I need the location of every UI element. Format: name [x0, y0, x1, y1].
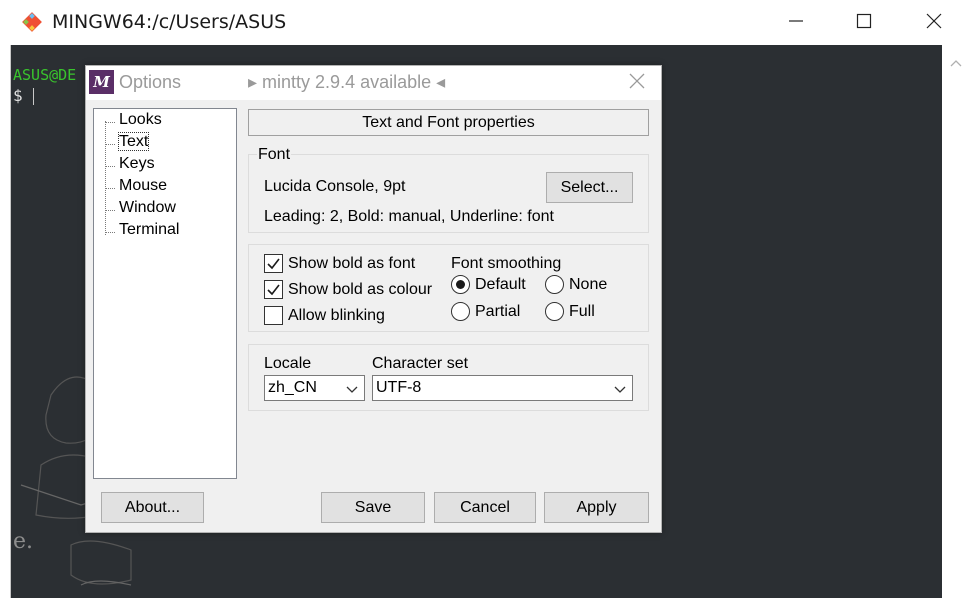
- allow-blinking-checkbox[interactable]: [264, 306, 283, 325]
- charset-select-value: UTF-8: [376, 379, 422, 396]
- save-button[interactable]: Save: [321, 492, 425, 523]
- minimize-icon: [788, 13, 804, 33]
- show-bold-as-colour-checkbox[interactable]: [264, 280, 283, 299]
- allow-blinking-label[interactable]: Allow blinking: [288, 307, 385, 325]
- panel-header: Text and Font properties: [248, 109, 649, 136]
- window-left-edge: [0, 45, 11, 598]
- options-dialog: M Options ▸ mintty 2.9.4 available ◂ Loo…: [85, 65, 662, 533]
- smoothing-none-label[interactable]: None: [569, 276, 607, 294]
- about-button[interactable]: About...: [101, 492, 204, 523]
- show-bold-as-font-checkbox[interactable]: [264, 254, 283, 273]
- prompt-symbol: $: [13, 86, 23, 105]
- smoothing-partial-label[interactable]: Partial: [475, 303, 520, 321]
- locale-label: Locale: [264, 355, 312, 372]
- background-text: e.: [13, 529, 34, 554]
- chevron-up-icon: [950, 52, 962, 71]
- scroll-up-button[interactable]: [942, 53, 969, 69]
- locale-select-value: zh_CN: [268, 379, 317, 396]
- font-details-label: Leading: 2, Bold: manual, Underline: fon…: [264, 208, 554, 225]
- cancel-button[interactable]: Cancel: [434, 492, 536, 523]
- chevron-down-icon: [614, 382, 626, 394]
- close-dialog-button[interactable]: [624, 72, 650, 94]
- charset-label: Character set: [372, 355, 469, 372]
- checkmark-icon: [267, 284, 280, 296]
- window-titlebar[interactable]: MINGW64:/c/Users/ASUS: [0, 0, 969, 45]
- close-icon: [629, 73, 645, 93]
- close-window-button[interactable]: [911, 0, 957, 45]
- smoothing-default-label[interactable]: Default: [475, 276, 526, 294]
- prompt-user-host: ASUS@DE: [13, 66, 77, 84]
- tree-item-mouse[interactable]: Mouse: [105, 177, 167, 197]
- font-name-label: Lucida Console, 9pt: [264, 178, 406, 195]
- show-bold-as-font-label[interactable]: Show bold as font: [288, 255, 415, 273]
- maximize-icon: [856, 13, 872, 33]
- category-tree: Looks Text Keys Mouse Window Terminal: [93, 108, 237, 479]
- dialog-titlebar[interactable]: M Options ▸ mintty 2.9.4 available ◂: [86, 66, 661, 100]
- tree-item-looks[interactable]: Looks: [105, 111, 162, 131]
- font-smoothing-label: Font smoothing: [451, 255, 562, 272]
- git-diamond-icon: [21, 11, 43, 33]
- checkmark-icon: [267, 258, 280, 270]
- tree-item-text[interactable]: Text: [105, 132, 150, 153]
- window-title: MINGW64:/c/Users/ASUS: [52, 11, 287, 33]
- chevron-down-icon: [346, 382, 358, 394]
- locale-select[interactable]: zh_CN: [264, 375, 365, 401]
- vertical-scrollbar[interactable]: [942, 45, 969, 598]
- close-icon: [926, 13, 942, 33]
- tree-item-terminal[interactable]: Terminal: [105, 221, 179, 241]
- smoothing-full-radio[interactable]: [545, 302, 564, 321]
- font-group-legend: Font: [257, 146, 292, 164]
- tree-item-window[interactable]: Window: [105, 199, 176, 219]
- apply-button[interactable]: Apply: [544, 492, 649, 523]
- charset-select[interactable]: UTF-8: [372, 375, 633, 401]
- smoothing-none-radio[interactable]: [545, 275, 564, 294]
- maximize-button[interactable]: [841, 0, 887, 45]
- show-bold-as-colour-label[interactable]: Show bold as colour: [288, 281, 432, 299]
- mintty-logo-icon: M: [89, 70, 114, 94]
- smoothing-partial-radio[interactable]: [451, 302, 470, 321]
- smoothing-full-label[interactable]: Full: [569, 303, 595, 321]
- select-font-button[interactable]: Select...: [546, 172, 633, 203]
- tree-item-keys[interactable]: Keys: [105, 155, 155, 175]
- minimize-button[interactable]: [773, 0, 819, 45]
- update-notice[interactable]: ▸ mintty 2.9.4 available ◂: [248, 72, 445, 93]
- text-cursor: [33, 88, 34, 105]
- smoothing-default-radio[interactable]: [451, 275, 470, 294]
- dialog-title: Options: [119, 72, 182, 92]
